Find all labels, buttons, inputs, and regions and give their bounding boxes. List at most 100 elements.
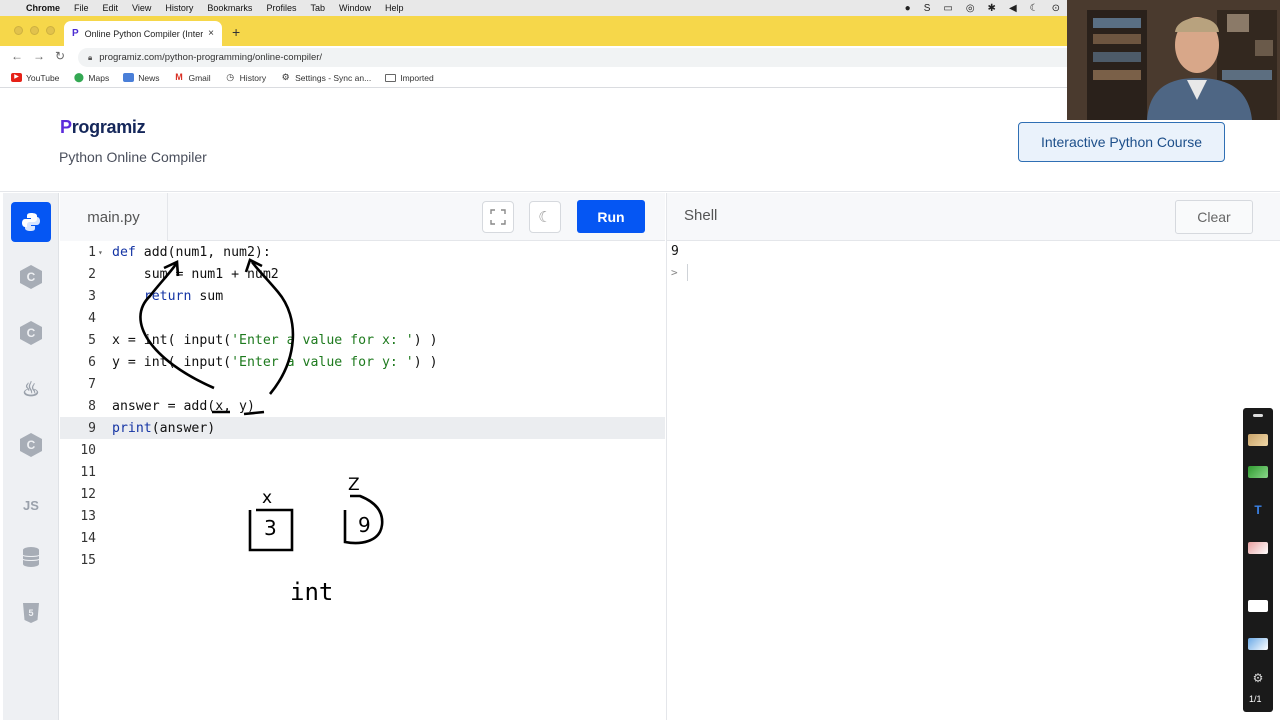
browser-tab[interactable]: P Online Python Compiler (Interp × xyxy=(64,21,222,46)
history-icon: ◷ xyxy=(226,72,235,82)
reload-icon[interactable]: ↻ xyxy=(55,49,65,63)
palette-minimize-icon[interactable] xyxy=(1253,414,1263,417)
bookmark-youtube[interactable]: ▶ YouTube xyxy=(11,73,59,83)
code-line-text: x = int( input('Enter a value for x: ') … xyxy=(112,332,438,348)
interactive-course-button[interactable]: Interactive Python Course xyxy=(1018,122,1225,162)
text-tool-icon[interactable]: T xyxy=(1248,504,1268,516)
close-window-button[interactable] xyxy=(14,26,23,35)
record-icon[interactable]: ● xyxy=(905,3,911,14)
bluetooth-icon[interactable]: ✱ xyxy=(988,3,996,14)
java-icon[interactable]: ♨ xyxy=(11,369,51,409)
code-line[interactable]: 5 x = int( input('Enter a value for x: ')… xyxy=(60,329,665,351)
bookmark-gmail[interactable]: M Gmail xyxy=(173,73,210,83)
js-icon[interactable]: JS xyxy=(11,485,51,525)
code-line[interactable]: 10 xyxy=(60,439,665,461)
youtube-icon: ▶ xyxy=(11,73,22,82)
code-line[interactable]: 2 sum = num1 + num2 xyxy=(60,263,665,285)
menu-profiles[interactable]: Profiles xyxy=(266,3,296,13)
html5-icon[interactable]: 5 xyxy=(11,593,51,633)
programiz-favicon-icon: P xyxy=(72,28,79,39)
menu-help[interactable]: Help xyxy=(385,3,404,13)
menu-bookmarks[interactable]: Bookmarks xyxy=(207,3,252,13)
fold-chevron-icon[interactable]: ▾ xyxy=(96,248,112,257)
code-line[interactable]: 4 xyxy=(60,307,665,329)
code-line[interactable]: 13 xyxy=(60,505,665,527)
volume-icon[interactable]: ◀ xyxy=(1009,3,1017,14)
menu-edit[interactable]: Edit xyxy=(103,3,119,13)
bookmark-label: Settings - Sync an... xyxy=(295,72,372,83)
forward-arrow-icon[interactable]: → xyxy=(33,49,45,63)
c-icon[interactable]: C xyxy=(11,257,51,297)
bookmark-maps[interactable]: ⬤ Maps xyxy=(73,73,109,83)
new-tab-icon[interactable]: + xyxy=(232,24,240,40)
code-line[interactable]: 9 print(answer) xyxy=(60,417,665,439)
code-line[interactable]: 11 xyxy=(60,461,665,483)
pencil-tool-icon[interactable] xyxy=(1248,434,1268,446)
html5-shield-icon: 5 xyxy=(23,603,39,623)
zoom-window-button[interactable] xyxy=(46,26,55,35)
page-subtitle: Python Online Compiler xyxy=(59,149,207,165)
code-line[interactable]: 6 y = int( input('Enter a value for y: ')… xyxy=(60,351,665,373)
sync-icon[interactable]: ◎ xyxy=(966,3,975,14)
line-number: 4 xyxy=(88,310,96,326)
code-line[interactable]: 12 xyxy=(60,483,665,505)
highlighter-tool-icon[interactable] xyxy=(1248,466,1268,478)
cpp-icon[interactable]: C xyxy=(11,313,51,353)
tab-close-icon[interactable]: × xyxy=(208,28,214,39)
menu-file[interactable]: File xyxy=(74,3,89,13)
bookmark-history[interactable]: ◷ History xyxy=(225,73,266,83)
code-line[interactable]: 14 xyxy=(60,527,665,549)
clear-button[interactable]: Clear xyxy=(1175,200,1253,234)
menu-history[interactable]: History xyxy=(165,3,193,13)
svg-text:5: 5 xyxy=(28,608,33,618)
database-icon[interactable] xyxy=(11,537,51,577)
bookmark-label: Imported xyxy=(400,72,434,83)
skype-icon[interactable]: S xyxy=(924,3,931,14)
line-number: 8 xyxy=(88,398,96,414)
play-icon[interactable]: ⊙ xyxy=(1052,3,1060,14)
menu-window[interactable]: Window xyxy=(339,3,371,13)
line-number: 15 xyxy=(80,552,96,568)
bookmark-settings[interactable]: ⚙ Settings - Sync an... xyxy=(280,72,372,83)
menu-chrome[interactable]: Chrome xyxy=(26,3,60,13)
editor-header: main.py ☾ Run xyxy=(60,193,665,241)
line-number: 3 xyxy=(88,288,96,304)
python-logo-icon xyxy=(22,213,40,231)
code-line[interactable]: 1 ▾ def add(num1, num2): xyxy=(60,241,665,263)
code-line[interactable]: 8 answer = add(x, y) xyxy=(60,395,665,417)
minimize-window-button[interactable] xyxy=(30,26,39,35)
settings-gear-icon[interactable]: ⚙ xyxy=(1248,672,1268,684)
java-cup-icon: ♨ xyxy=(22,378,40,401)
language-sidebar: C C ♨ C JS 5 xyxy=(3,193,59,720)
window-icon[interactable]: ▭ xyxy=(943,3,952,14)
code-line-text: def add(num1, num2): xyxy=(112,244,271,260)
line-number: 9 xyxy=(88,420,96,436)
file-tab-main[interactable]: main.py xyxy=(60,193,168,241)
menu-tab[interactable]: Tab xyxy=(310,3,325,13)
fullscreen-button[interactable] xyxy=(482,201,514,233)
code-line[interactable]: 3 return sum xyxy=(60,285,665,307)
moon-icon: ☾ xyxy=(538,209,552,226)
moon-icon[interactable]: ☾ xyxy=(1030,3,1039,14)
python-icon[interactable] xyxy=(11,202,51,242)
page-indicator: 1/1 xyxy=(1249,694,1262,704)
programiz-logo[interactable]: Programiz xyxy=(60,117,146,138)
code-line[interactable]: 15 xyxy=(60,549,665,571)
bookmark-imported[interactable]: Imported xyxy=(385,73,434,83)
back-arrow-icon[interactable]: ← xyxy=(11,49,23,63)
menu-view[interactable]: View xyxy=(132,3,151,13)
csharp-icon[interactable]: C xyxy=(11,425,51,465)
code-line-text: y = int( input('Enter a value for y: ') … xyxy=(112,354,438,370)
bookmark-news[interactable]: News xyxy=(123,73,159,83)
whiteboard-tool-icon[interactable] xyxy=(1248,600,1268,612)
shell-output[interactable]: 9 > xyxy=(666,241,1280,720)
line-tool-icon[interactable] xyxy=(1248,638,1268,650)
address-bar[interactable]: 🔒︎ programiz.com/python-programming/onli… xyxy=(78,48,1078,67)
eraser-tool-icon[interactable] xyxy=(1248,542,1268,554)
c-hex-icon: C xyxy=(20,265,42,289)
code-editor[interactable]: 1 ▾ def add(num1, num2): 2 sum = num1 + num… xyxy=(60,241,665,720)
run-button[interactable]: Run xyxy=(577,200,645,233)
dark-mode-button[interactable]: ☾ xyxy=(529,201,561,233)
code-line[interactable]: 7 xyxy=(60,373,665,395)
logo-text: rogramiz xyxy=(71,117,146,137)
